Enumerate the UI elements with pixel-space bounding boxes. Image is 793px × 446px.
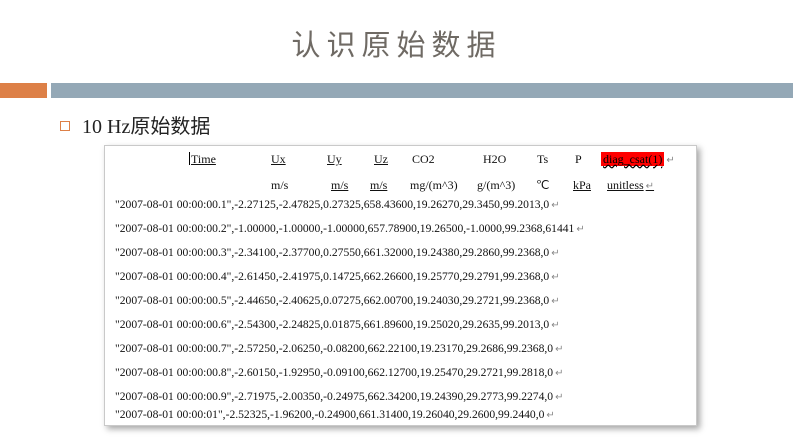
data-row: "2007-08-01 00:00:00.2",-1.00000,-1.0000…: [115, 222, 585, 235]
unit-uy: m/s: [331, 178, 349, 192]
col-diag-csat: diag_csat(1) ↵: [601, 150, 675, 168]
data-row: "2007-08-01 00:00:00.7",-2.57250,-2.0625…: [115, 342, 564, 355]
data-row: "2007-08-01 00:00:01",-2.52325,-1.96200,…: [115, 408, 555, 421]
data-row: "2007-08-01 00:00:00.1",-2.27125,-2.4782…: [115, 198, 560, 211]
square-bullet-icon: [60, 120, 70, 131]
unit-p: kPa: [573, 178, 591, 192]
col-uy: Uy: [327, 152, 342, 166]
highlighted-column: diag_csat(1): [601, 152, 665, 166]
text-cursor: [189, 152, 190, 165]
unit-co2: mg/(m^3): [410, 178, 458, 192]
unit-ts: ℃: [536, 178, 550, 192]
data-row: "2007-08-01 00:00:00.5",-2.44650,-2.4062…: [115, 294, 560, 307]
data-row: "2007-08-01 00:00:00.8",-2.60150,-1.9295…: [115, 366, 564, 379]
bullet-text: 10 Hz原始数据: [82, 116, 211, 138]
col-co2: CO2: [412, 152, 435, 166]
bullet-item: 10 Hz原始数据: [60, 110, 210, 139]
col-p: P: [575, 152, 582, 166]
paragraph-mark-icon: ↵: [645, 181, 655, 192]
col-ts: Ts: [537, 152, 549, 166]
slide-title: 认识原始数据: [291, 28, 502, 62]
unit-uz: m/s: [370, 178, 388, 192]
data-row: "2007-08-01 00:00:00.4",-2.61450,-2.4197…: [115, 270, 560, 283]
unit-diag: unitless ↵: [607, 178, 655, 192]
accent-bar-gray: [51, 83, 793, 98]
data-row: "2007-08-01 00:00:00.9",-2.71975,-2.0035…: [115, 390, 564, 403]
data-row: "2007-08-01 00:00:00.6",-2.54300,-2.2482…: [115, 318, 560, 331]
unit-ux: m/s: [271, 178, 289, 192]
col-h2o: H2O: [483, 152, 507, 166]
col-uz: Uz: [374, 152, 388, 166]
col-ux: Ux: [271, 152, 286, 166]
accent-bar-orange: [0, 83, 47, 98]
unit-h2o: g/(m^3): [477, 178, 516, 192]
data-row: "2007-08-01 00:00:00.3",-2.34100,-2.3770…: [115, 246, 560, 259]
data-file-snippet: Time Ux Uy Uz CO2 H2O Ts P diag_csat(1) ↵…: [104, 145, 697, 426]
paragraph-mark-icon: ↵: [666, 155, 675, 166]
col-time: Time: [189, 152, 216, 166]
